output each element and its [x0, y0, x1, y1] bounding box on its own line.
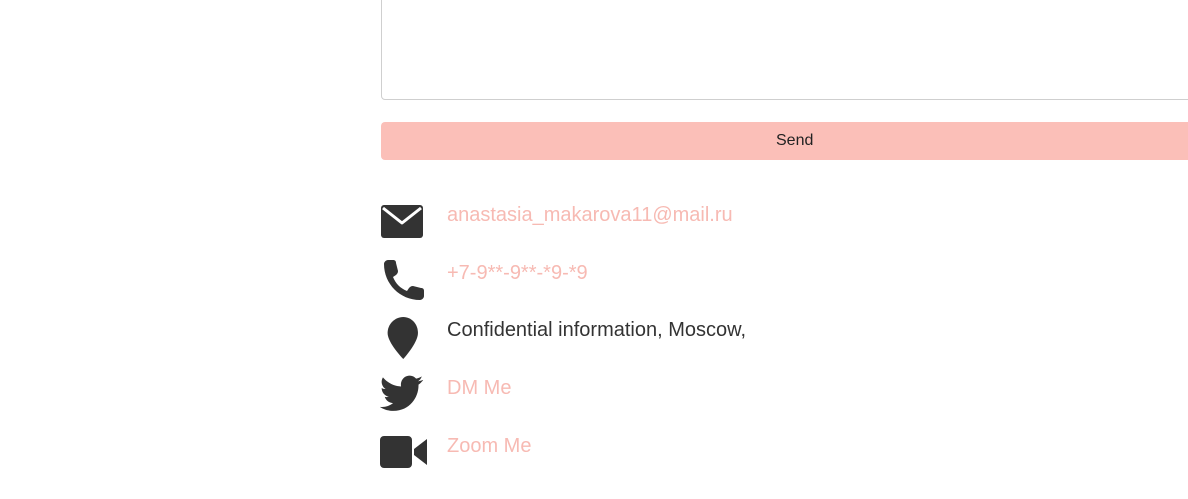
send-button[interactable]: Send — [381, 122, 1188, 160]
contact-email: anastasia_makarova11@mail.ru — [380, 202, 1180, 246]
phone-icon — [380, 260, 428, 304]
twitter-icon — [379, 375, 428, 419]
map-pin-icon — [380, 317, 428, 361]
contact-address: Confidential information, Moscow, — [380, 317, 1180, 361]
twitter-link[interactable]: DM Me — [447, 377, 511, 400]
zoom-link[interactable]: Zoom Me — [447, 435, 531, 458]
contact-phone: +7-9**-9**-*9-*9 — [380, 260, 1180, 304]
video-camera-icon — [380, 433, 428, 477]
message-textarea[interactable] — [381, 0, 1188, 100]
email-link[interactable]: anastasia_makarova11@mail.ru — [447, 204, 733, 227]
send-button-label: Send — [776, 132, 814, 149]
contact-twitter: DM Me — [379, 375, 1180, 419]
contact-zoom: Zoom Me — [380, 433, 1180, 477]
phone-link[interactable]: +7-9**-9**-*9-*9 — [447, 262, 588, 285]
envelope-icon — [380, 202, 428, 246]
address-text: Confidential information, Moscow, — [447, 319, 747, 341]
